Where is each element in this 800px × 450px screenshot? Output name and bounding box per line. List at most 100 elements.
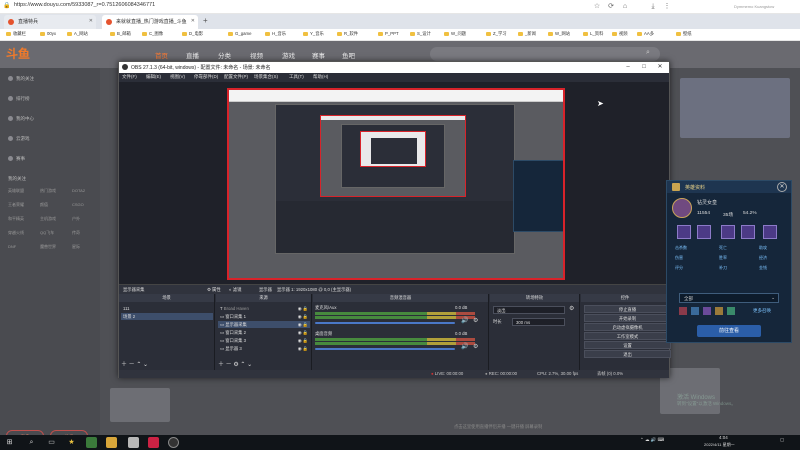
bookmark[interactable]: W_网站 [548,31,570,39]
category-tag[interactable]: 颜值 [40,202,48,208]
nav-item[interactable]: 视频 [250,50,263,60]
exit-button[interactable]: 退出 [584,350,671,358]
windows-start-icon[interactable]: ⊞ [4,437,15,448]
category-tag[interactable]: 英雄联盟 [8,188,24,194]
category-tag[interactable]: 主机游戏 [40,216,56,222]
eye-lock-icons[interactable]: ◉ 🔒 [298,305,308,312]
minimize-icon[interactable]: – [621,63,635,72]
refresh-icon[interactable]: ⟳ [606,2,616,12]
more-link[interactable]: 更多召唤 [753,308,771,314]
category-tag[interactable]: CSGO [72,202,84,207]
category-tag[interactable]: 传奇 [72,230,80,236]
volume-slider[interactable] [315,322,455,324]
search-input[interactable] [430,47,660,61]
category-tag[interactable]: 热门游戏 [40,188,56,194]
bookmark[interactable]: L_资料 [583,31,603,39]
category-tag[interactable]: 王者荣耀 [8,202,24,208]
menu-edit[interactable]: 编辑(E) [146,74,161,80]
obs-app-icon[interactable] [168,437,179,448]
sidebar-item[interactable]: 我的关注 [8,76,34,82]
properties-button[interactable]: ⚙ 属性 [207,287,221,293]
display-select[interactable]: 显示器 1: 1920x1080 @ 0,0 (主显示器) [277,287,351,293]
gear-icon[interactable]: ⚙ [473,343,478,350]
bookmark[interactable]: 收藏栏 [6,31,26,39]
search-icon[interactable]: ⌕ [646,49,650,57]
bookmark[interactable]: _新闻 [518,31,536,39]
clock-date[interactable]: 2022/4/11 星期一 [704,442,735,448]
app-icon[interactable] [128,437,139,448]
bottom-banner[interactable]: 点击这里使用直播伴侣开播 一键开播 屏幕录制 [454,424,542,430]
start-recording-button[interactable]: 开始录制 [584,314,671,322]
bookmark[interactable]: P_PPT [378,31,399,39]
skill-icon[interactable] [741,225,755,239]
download-icon[interactable]: ⤓ [648,2,658,12]
bookmark[interactable]: 00yx [40,31,56,39]
transition-select[interactable]: 淡出 [493,306,565,314]
skill-icon[interactable] [763,225,777,239]
gear-icon[interactable]: ⚙ [569,305,574,312]
menu-icon[interactable]: ⋮ [662,2,672,12]
close-icon[interactable]: ✕ [89,18,93,24]
bookmark[interactable]: Z_学习 [486,31,507,39]
thumbnail[interactable] [110,388,170,422]
bookmark[interactable]: G_game [228,31,251,39]
skill-icon[interactable] [697,225,711,239]
douyu-logo[interactable]: 斗鱼 [6,45,30,62]
mode-select[interactable]: 全部 ⌄ [679,293,779,303]
scene-item[interactable]: 111 [121,305,213,312]
clock-time[interactable]: 4:04 [719,435,728,440]
category-tag[interactable]: DNF [8,244,16,249]
nav-item[interactable]: 鱼吧 [342,50,355,60]
bookmark[interactable]: D_电影 [182,31,203,39]
maximize-icon[interactable]: □ [637,63,651,72]
bookmark[interactable]: Y_音乐 [303,31,324,39]
studio-mode-button[interactable]: 工作室模式 [584,332,671,340]
bookmark[interactable]: B_邮箱 [110,31,131,39]
bookmark[interactable]: S_设计 [410,31,431,39]
menu-tools[interactable]: 工具(T) [289,74,304,80]
search-icon[interactable]: ⌕ [26,437,37,448]
nav-item[interactable]: 直播 [186,50,199,60]
duration-input[interactable]: 300 ms [512,318,565,326]
category-tag[interactable]: 星际 [72,244,80,250]
category-tag[interactable]: 魔兽世界 [40,244,56,250]
bookmark[interactable]: A_网站 [67,31,88,39]
menu-profile[interactable]: 配置文件(P) [224,74,248,80]
scene-item[interactable]: 场景 2 [121,313,213,320]
bookmark[interactable]: 壁纸 [676,31,692,39]
nav-item[interactable]: 首页 [155,50,168,60]
bookmark[interactable]: C_图像 [142,31,163,39]
menu-scene-collection[interactable]: 场景集合(S) [254,74,278,80]
category-tag[interactable]: DOTA2 [72,188,85,193]
star-app-icon[interactable]: ★ [66,437,77,448]
sidebar-item[interactable]: 我的中心 [8,116,34,122]
system-tray-icons[interactable]: ⌃ ☁ 🔊 ⌨ [640,437,664,443]
gear-icon[interactable]: ⚙ [473,317,478,324]
home-icon[interactable]: ⌂ [620,2,630,12]
sidebar-item[interactable]: 排行榜 [8,96,30,102]
menu-view[interactable]: 视图(V) [170,74,185,80]
category-tag[interactable]: 穿越火线 [8,230,24,236]
source-item[interactable]: ▭ 窗口采集 1 ◉ 🔒 [218,313,310,320]
notification-icon[interactable]: ▢ [780,437,784,443]
url-field[interactable]: https://www.douyu.com/5933087_r=0.751260… [14,2,155,8]
bookmark[interactable]: AA多 [637,31,654,39]
scene-controls[interactable]: ＋ － ⌃ ⌄ [121,359,148,368]
nav-item[interactable]: 赛事 [312,50,325,60]
menu-help[interactable]: 帮助(H) [313,74,328,80]
category-tag[interactable]: 和平精英 [8,216,24,222]
sidebar-item[interactable]: 赛事 [8,156,25,162]
app-icon[interactable] [148,437,159,448]
nav-item[interactable]: 游戏 [282,50,295,60]
source-item[interactable]: ▭ 窗口采集 3 ◉ 🔒 [218,337,310,344]
close-icon[interactable]: ✕ [653,63,667,72]
app-icon[interactable] [86,437,97,448]
star-icon[interactable]: ☆ [592,2,602,12]
obs-preview[interactable] [119,82,669,284]
task-view-icon[interactable]: ▭ [46,437,57,448]
category-tag[interactable]: QQ飞车 [40,230,54,236]
settings-button[interactable]: 设置 [584,341,671,349]
speaker-icon[interactable]: 🔊 [461,317,468,324]
close-icon[interactable]: ✕ [777,182,787,192]
tab-1[interactable]: 直播特兵 ✕ [4,15,96,29]
